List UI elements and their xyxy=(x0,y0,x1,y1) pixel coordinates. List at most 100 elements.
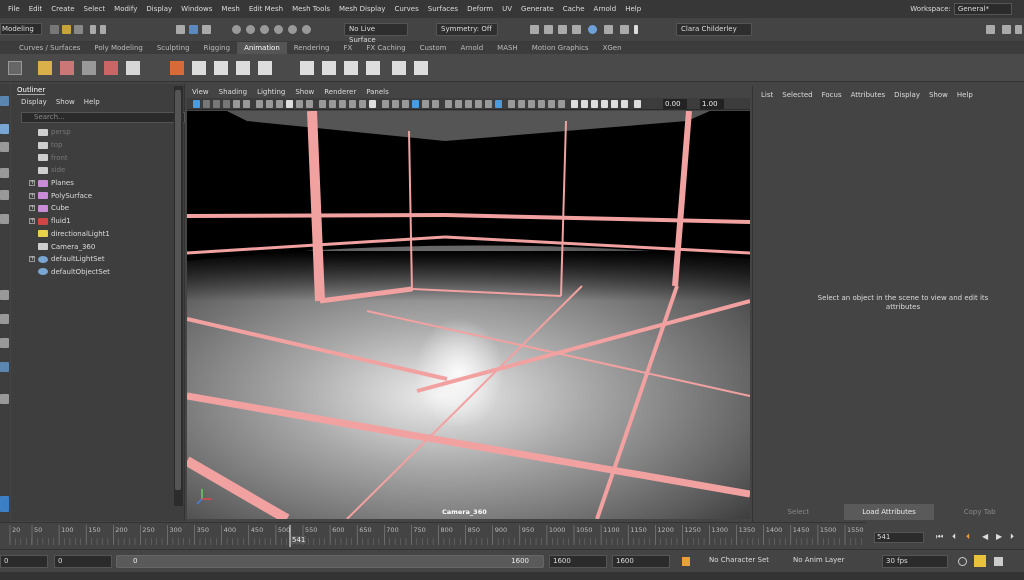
menu-mesh[interactable]: Mesh xyxy=(221,5,239,13)
viewport-menu-renderer[interactable]: Renderer xyxy=(324,86,356,98)
snap-point-icon[interactable] xyxy=(260,25,269,34)
viewport-tool-icon[interactable] xyxy=(193,100,200,108)
aim-constraint-icon[interactable] xyxy=(344,61,358,75)
viewport-tool-icon[interactable] xyxy=(203,100,210,108)
attribute-menu-help[interactable]: Help xyxy=(957,91,973,99)
fps-dropdown[interactable]: 30 fps xyxy=(882,555,948,568)
viewport-tool-icon[interactable] xyxy=(548,100,555,108)
exposure-field[interactable]: 0.00 xyxy=(663,99,687,109)
select-button[interactable]: Select xyxy=(753,504,844,520)
four-view-icon[interactable] xyxy=(0,314,9,324)
snap-grid-icon[interactable] xyxy=(232,25,241,34)
play-backwards-icon[interactable]: ◀ xyxy=(982,533,990,541)
cache-icon[interactable] xyxy=(974,555,986,567)
shelf-tab-rigging[interactable]: Rigging xyxy=(197,42,238,54)
menu-deform[interactable]: Deform xyxy=(467,5,493,13)
viewport-tool-icon[interactable] xyxy=(571,100,578,108)
auto-key-icon[interactable] xyxy=(682,557,690,566)
orient-constraint-icon[interactable] xyxy=(300,61,314,75)
graph-editor-icon[interactable] xyxy=(82,61,96,75)
expand-icon[interactable]: + xyxy=(29,205,35,212)
viewport-menu-panels[interactable]: Panels xyxy=(366,86,389,98)
menu-edit[interactable]: Edit xyxy=(29,5,43,13)
go-to-start-icon[interactable]: ⏮ xyxy=(936,533,944,541)
shelf-tab-fx-caching[interactable]: FX Caching xyxy=(359,42,412,54)
snap-projected-icon[interactable] xyxy=(274,25,283,34)
shelf-tab-fx[interactable]: FX xyxy=(337,42,360,54)
arnold-ipr-icon[interactable] xyxy=(620,25,629,34)
attribute-menu-show[interactable]: Show xyxy=(929,91,948,99)
snap-live-icon[interactable] xyxy=(302,25,311,34)
set-key-icon[interactable] xyxy=(38,61,52,75)
viewport-tool-icon[interactable] xyxy=(508,100,515,108)
menu-arnold[interactable]: Arnold xyxy=(594,5,617,13)
viewport-tool-icon[interactable] xyxy=(518,100,525,108)
load-attributes-button[interactable]: Load Attributes xyxy=(843,504,935,520)
menu-cache[interactable]: Cache xyxy=(563,5,585,13)
outliner-item[interactable]: + fluid1 xyxy=(29,215,179,228)
viewport-menu-view[interactable]: View xyxy=(192,86,209,98)
step-back-key-icon[interactable]: ⏴ xyxy=(966,533,974,541)
shelf-tab-xgen[interactable]: XGen xyxy=(596,42,629,54)
outliner-menu-help[interactable]: Help xyxy=(84,98,100,106)
layout-icon[interactable] xyxy=(0,362,9,372)
viewport-tool-icon[interactable] xyxy=(369,100,376,108)
shelf-tab-sculpting[interactable]: Sculpting xyxy=(150,42,197,54)
select-object-icon[interactable] xyxy=(189,25,198,34)
menu-mesh-display[interactable]: Mesh Display xyxy=(339,5,385,13)
new-scene-icon[interactable] xyxy=(50,25,59,34)
move-tool-icon[interactable] xyxy=(0,168,9,178)
expand-icon[interactable]: + xyxy=(29,218,35,225)
animation-start-field[interactable]: 0 xyxy=(54,555,112,568)
viewport-tool-icon[interactable] xyxy=(422,100,429,108)
expand-icon[interactable]: + xyxy=(29,192,35,199)
help-toggle-icon[interactable] xyxy=(1002,25,1011,34)
viewport-tool-icon[interactable] xyxy=(276,100,283,108)
menu-generate[interactable]: Generate xyxy=(521,5,554,13)
viewport-tool-icon[interactable] xyxy=(392,100,399,108)
scene-end-field[interactable]: 1600 xyxy=(612,555,670,568)
viewport-tool-icon[interactable] xyxy=(306,100,313,108)
symmetry-dropdown[interactable]: Symmetry: Off xyxy=(436,23,498,36)
viewport-tool-icon[interactable] xyxy=(329,100,336,108)
menu-create[interactable]: Create xyxy=(51,5,74,13)
outliner-item[interactable]: + PolySurface xyxy=(29,189,179,202)
outliner-item[interactable]: top xyxy=(29,139,179,152)
outliner-item[interactable]: + Cube xyxy=(29,202,179,215)
viewport-tool-icon[interactable] xyxy=(286,100,293,108)
menu-uv[interactable]: UV xyxy=(502,5,512,13)
search-icon[interactable] xyxy=(0,394,9,404)
outliner-item[interactable]: + Planes xyxy=(29,177,179,190)
dope-sheet-icon[interactable] xyxy=(104,61,118,75)
viewport-tool-icon[interactable] xyxy=(432,100,439,108)
outliner-item[interactable]: front xyxy=(29,151,179,164)
shelf-tab-custom[interactable]: Custom xyxy=(413,42,454,54)
menu-mesh-tools[interactable]: Mesh Tools xyxy=(292,5,330,13)
outliner-item[interactable]: Camera_360 xyxy=(29,240,179,253)
menu-select[interactable]: Select xyxy=(84,5,106,13)
shelf-tab-curves-surfaces[interactable]: Curves / Surfaces xyxy=(12,42,87,54)
lasso-tool-icon[interactable] xyxy=(0,124,9,134)
viewport-tool-icon[interactable] xyxy=(591,100,598,108)
outliner-menu-display[interactable]: Display xyxy=(21,98,47,106)
outliner-item[interactable]: side xyxy=(29,164,179,177)
menu-set-selector[interactable]: Modeling xyxy=(0,23,42,35)
viewport-tool-icon[interactable] xyxy=(359,100,366,108)
shelf-tab-arnold[interactable]: Arnold xyxy=(454,42,491,54)
user-account-dropdown[interactable]: Clara Childerley xyxy=(676,23,752,36)
ik-spline-icon[interactable] xyxy=(214,61,228,75)
viewport-3d[interactable]: Camera_360 xyxy=(187,111,750,519)
viewport-tool-icon[interactable] xyxy=(485,100,492,108)
anim-layer-dropdown[interactable]: No Anim Layer xyxy=(790,555,872,568)
render-current-icon[interactable] xyxy=(544,25,553,34)
viewport-tool-icon[interactable] xyxy=(495,100,502,108)
menu-modify[interactable]: Modify xyxy=(114,5,137,13)
viewport-tool-icon[interactable] xyxy=(266,100,273,108)
render-settings-icon[interactable] xyxy=(572,25,581,34)
shelf-tab-poly-modeling[interactable]: Poly Modeling xyxy=(87,42,149,54)
shelf-menu-icon[interactable] xyxy=(8,61,22,75)
viewport-tool-icon[interactable] xyxy=(445,100,452,108)
undo-icon[interactable] xyxy=(90,25,96,34)
viewport-tool-icon[interactable] xyxy=(538,100,545,108)
loop-icon[interactable] xyxy=(958,557,967,566)
